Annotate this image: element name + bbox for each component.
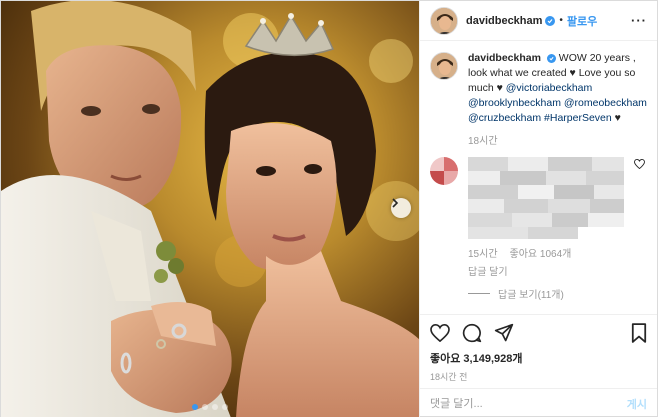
profile-avatar-image	[431, 53, 457, 79]
avatar[interactable]	[430, 52, 458, 80]
view-replies-button[interactable]: 답글 보기(11개)	[468, 286, 647, 301]
carousel-dot	[212, 404, 218, 410]
mention-link[interactable]: @romeobeckham	[564, 97, 647, 109]
carousel-dot	[222, 404, 228, 410]
post-side-panel: davidbeckham • 팔로우 ··· davidbeckham WOW …	[419, 1, 657, 417]
comment-meta: 15시간 좋아요 1064개	[468, 245, 647, 260]
chevron-right-icon	[392, 198, 399, 208]
comments-section: davidbeckham WOW 20 years , look what we…	[420, 41, 657, 314]
more-options-button[interactable]: ···	[631, 13, 647, 28]
instagram-post-modal: davidbeckham • 팔로우 ··· davidbeckham WOW …	[0, 0, 658, 417]
save-bookmark-icon[interactable]	[631, 322, 647, 343]
post-header: davidbeckham • 팔로우 ···	[420, 1, 657, 41]
hashtag-link[interactable]: #HarperSeven	[544, 112, 612, 124]
wedding-photo-image	[1, 1, 419, 417]
view-replies-label: 답글 보기(11개)	[498, 290, 564, 301]
header-separator: •	[559, 15, 563, 26]
caption: davidbeckham WOW 20 years , look what we…	[430, 51, 647, 126]
carousel-dot	[192, 404, 198, 410]
post-timestamp: 18시간 전	[430, 372, 468, 382]
header-username[interactable]: davidbeckham	[466, 15, 542, 27]
comment-timestamp: 15시간	[468, 249, 498, 260]
comment-likes[interactable]: 좋아요 1064개	[510, 245, 572, 260]
mention-link[interactable]: @cruzbeckham	[468, 112, 541, 124]
caption-end-heart: ♥	[614, 112, 621, 124]
carousel-next-button[interactable]	[391, 198, 411, 218]
carousel-dot	[202, 404, 208, 410]
mention-link[interactable]: @victoriabeckham	[506, 82, 593, 94]
caption-username[interactable]: davidbeckham	[468, 52, 541, 64]
add-comment-bar: 게시	[420, 388, 657, 417]
carousel-indicator	[1, 404, 419, 410]
caption-text: davidbeckham WOW 20 years , look what we…	[468, 51, 647, 126]
comment-input[interactable]	[430, 397, 627, 410]
action-bar	[420, 314, 657, 350]
verified-badge-icon	[545, 15, 556, 26]
comment-bubble-icon[interactable]	[462, 323, 482, 343]
follow-button[interactable]: 팔로우	[567, 13, 597, 29]
caption-timestamp: 18시간	[468, 136, 498, 147]
commenter-avatar-blurred[interactable]	[430, 157, 458, 185]
verified-badge-icon	[546, 54, 556, 63]
mention-link[interactable]: @brooklynbeckham	[468, 97, 561, 109]
like-comment-heart-icon[interactable]	[634, 159, 645, 169]
reply-button[interactable]: 답글 달기	[468, 263, 647, 278]
post-photo[interactable]	[1, 1, 419, 417]
post-comment-button[interactable]: 게시	[627, 396, 647, 412]
profile-avatar-image	[431, 7, 457, 34]
likes-count[interactable]: 좋아요 3,149,928개	[420, 350, 657, 366]
replies-divider-line	[468, 293, 490, 294]
comment-item	[430, 157, 647, 239]
like-heart-icon[interactable]	[430, 323, 450, 342]
avatar[interactable]	[430, 6, 458, 35]
comment-text-blurred	[468, 157, 634, 239]
share-paper-plane-icon[interactable]	[494, 323, 514, 343]
